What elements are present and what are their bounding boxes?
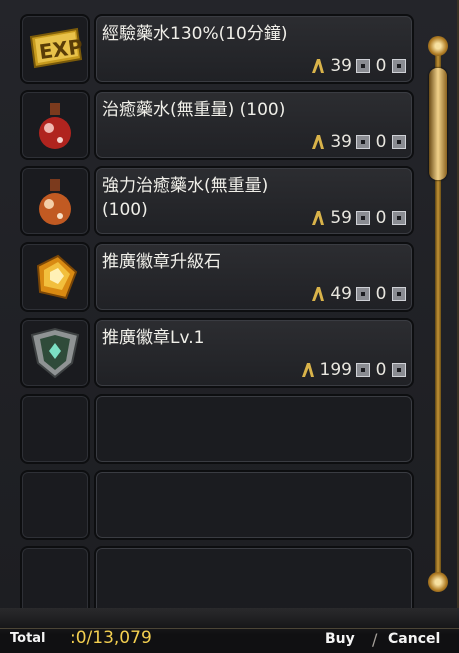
increase-button[interactable]: [392, 211, 406, 225]
item-slot: [20, 546, 90, 616]
increase-button[interactable]: [392, 287, 406, 301]
increase-button[interactable]: [392, 363, 406, 377]
divider: /: [372, 630, 378, 649]
item-info: [94, 394, 414, 464]
orange-potion-icon: [39, 179, 71, 225]
item-slot: [20, 470, 90, 540]
item-slot: [20, 318, 90, 388]
exp-potion-icon: EXP: [29, 27, 84, 69]
list-item[interactable]: 強力治癒藥水(無重量) (100) 59 0: [18, 164, 416, 238]
item-slot: [20, 394, 90, 464]
scrollbar-thumb[interactable]: [429, 68, 447, 180]
item-name: 推廣徽章升級石: [102, 252, 221, 272]
list-item[interactable]: 推廣徽章Lv.1 199 0: [18, 316, 416, 390]
red-potion-icon: [39, 103, 71, 149]
coin-icon: [312, 59, 325, 73]
shield-badge-icon: [30, 327, 80, 379]
item-name: 治癒藥水(無重量) (100): [102, 100, 286, 120]
item-price-line: 199 0: [300, 360, 406, 380]
decrease-button[interactable]: [356, 363, 370, 377]
item-quantity[interactable]: 0: [374, 360, 388, 380]
item-quantity[interactable]: 0: [374, 56, 388, 76]
item-info: 治癒藥水(無重量) (100) 39 0: [94, 90, 414, 160]
item-price-line: 39 0: [310, 56, 406, 76]
item-name: 推廣徽章Lv.1: [102, 328, 205, 348]
item-slot: [20, 166, 90, 236]
decrease-button[interactable]: [356, 211, 370, 225]
item-info: 推廣徽章Lv.1 199 0: [94, 318, 414, 388]
empty-slot: [18, 392, 416, 466]
item-info: 經驗藥水130%(10分鐘) 39 0: [94, 14, 414, 84]
item-price: 39: [330, 56, 352, 76]
decrease-button[interactable]: [356, 135, 370, 149]
increase-button[interactable]: [392, 59, 406, 73]
item-quantity[interactable]: 0: [374, 284, 388, 304]
item-info: 強力治癒藥水(無重量) (100) 59 0: [94, 166, 414, 236]
total-label: Total: [10, 631, 46, 646]
decrease-button[interactable]: [356, 59, 370, 73]
buy-button[interactable]: Buy: [325, 631, 355, 647]
list-item[interactable]: EXP 經驗藥水130%(10分鐘) 39 0: [18, 12, 416, 86]
item-price-line: 39 0: [310, 132, 406, 152]
item-info: [94, 470, 414, 540]
total-value: :0/13,079: [70, 628, 152, 648]
item-price-line: 59 0: [310, 208, 406, 228]
item-price: 59: [330, 208, 352, 228]
coin-icon: [312, 211, 325, 225]
scroll-down-icon[interactable]: [428, 572, 448, 592]
increase-button[interactable]: [392, 135, 406, 149]
scroll-up-icon[interactable]: [428, 36, 448, 56]
divider: [0, 628, 459, 629]
item-price-line: 49 0: [310, 284, 406, 304]
decrease-button[interactable]: [356, 287, 370, 301]
coin-icon: [301, 363, 314, 377]
empty-slot: [18, 544, 416, 618]
gem-stone-icon: [36, 254, 78, 300]
footer-bar: Total :0/13,079 Buy / Cancel: [0, 608, 459, 653]
item-name: 經驗藥水130%(10分鐘): [102, 24, 288, 44]
item-quantity[interactable]: 0: [374, 132, 388, 152]
coin-icon: [312, 287, 325, 301]
item-slot: [20, 90, 90, 160]
item-info: 推廣徽章升級石 49 0: [94, 242, 414, 312]
empty-slot: [18, 468, 416, 542]
item-price: 199: [319, 360, 352, 380]
list-item[interactable]: 推廣徽章升級石 49 0: [18, 240, 416, 314]
item-quantity[interactable]: 0: [374, 208, 388, 228]
item-info: [94, 546, 414, 616]
item-slot: EXP: [20, 14, 90, 84]
item-price: 49: [330, 284, 352, 304]
coin-icon: [312, 135, 325, 149]
list-item[interactable]: 治癒藥水(無重量) (100) 39 0: [18, 88, 416, 162]
item-list: EXP 經驗藥水130%(10分鐘) 39 0 治癒藥水(無重量) (100) …: [18, 12, 416, 620]
scrollbar[interactable]: [426, 36, 450, 592]
item-slot: [20, 242, 90, 312]
cancel-button[interactable]: Cancel: [388, 631, 440, 647]
shop-panel: EXP 經驗藥水130%(10分鐘) 39 0 治癒藥水(無重量) (100) …: [0, 0, 459, 616]
item-price: 39: [330, 132, 352, 152]
